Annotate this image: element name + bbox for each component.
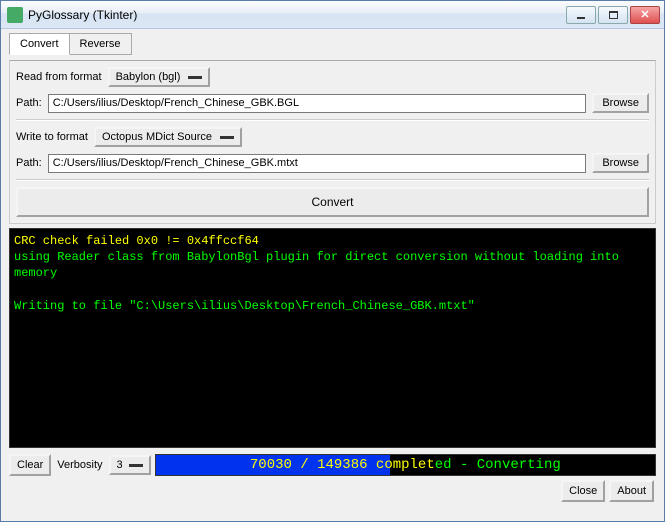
read-path-row: Path: Browse xyxy=(16,93,649,113)
write-format-label: Write to format xyxy=(16,131,88,143)
verbosity-dropdown[interactable]: 3 xyxy=(109,455,151,475)
verbosity-label: Verbosity xyxy=(55,459,104,471)
verbosity-value: 3 xyxy=(117,459,123,471)
close-window-button[interactable]: ✕ xyxy=(630,6,660,24)
read-format-row: Read from format Babylon (bgl) xyxy=(16,67,649,87)
tab-reverse[interactable]: Reverse xyxy=(69,33,132,55)
log-line-info: using Reader class from BabylonBgl plugi… xyxy=(14,250,626,280)
separator xyxy=(16,179,649,181)
progress-text-filled: 70030 / 149386 complet xyxy=(250,457,435,473)
convert-button[interactable]: Convert xyxy=(16,187,649,217)
progress-text-unfilled: ed - Converting xyxy=(435,457,561,473)
progress-text: 70030 / 149386 completed - Converting xyxy=(156,455,655,475)
write-path-row: Path: Browse xyxy=(16,153,649,173)
tab-bar: Convert Reverse xyxy=(9,33,656,55)
write-path-input[interactable] xyxy=(48,154,587,173)
app-icon xyxy=(7,7,23,23)
verbosity-group: Verbosity 3 xyxy=(55,455,150,475)
minimize-icon xyxy=(577,17,585,19)
window-title: PyGlossary (Tkinter) xyxy=(28,8,566,22)
window-controls: ✕ xyxy=(566,6,664,24)
read-format-dropdown[interactable]: Babylon (bgl) xyxy=(108,67,211,87)
read-format-value: Babylon (bgl) xyxy=(116,71,181,83)
dropdown-arrow-icon xyxy=(129,464,143,467)
read-format-label: Read from format xyxy=(16,71,102,83)
maximize-icon xyxy=(609,11,618,19)
write-format-row: Write to format Octopus MDict Source xyxy=(16,127,649,147)
write-browse-button[interactable]: Browse xyxy=(592,153,649,173)
about-button[interactable]: About xyxy=(609,480,654,502)
progress-bar: 70030 / 149386 completed - Converting xyxy=(155,454,656,476)
app-window: PyGlossary (Tkinter) ✕ Convert Reverse R… xyxy=(0,0,665,522)
read-browse-button[interactable]: Browse xyxy=(592,93,649,113)
dropdown-arrow-icon xyxy=(188,76,202,79)
write-format-value: Octopus MDict Source xyxy=(102,131,212,143)
clear-button[interactable]: Clear xyxy=(9,454,51,476)
log-terminal[interactable]: CRC check failed 0x0 != 0x4ffccf64 using… xyxy=(9,228,656,448)
minimize-button[interactable] xyxy=(566,6,596,24)
log-line-warning: CRC check failed 0x0 != 0x4ffccf64 xyxy=(14,234,259,248)
read-path-input[interactable] xyxy=(48,94,587,113)
status-row: Clear Verbosity 3 70030 / 149386 complet… xyxy=(9,454,656,476)
write-format-dropdown[interactable]: Octopus MDict Source xyxy=(94,127,242,147)
tab-convert[interactable]: Convert xyxy=(9,33,70,55)
write-path-label: Path: xyxy=(16,157,42,169)
close-button[interactable]: Close xyxy=(561,480,605,502)
footer-row: Close About xyxy=(9,480,656,502)
read-path-label: Path: xyxy=(16,97,42,109)
log-line-info: Writing to file "C:\Users\ilius\Desktop\… xyxy=(14,299,475,313)
dropdown-arrow-icon xyxy=(220,136,234,139)
titlebar: PyGlossary (Tkinter) ✕ xyxy=(1,1,664,29)
convert-panel: Read from format Babylon (bgl) Path: Bro… xyxy=(9,60,656,224)
maximize-button[interactable] xyxy=(598,6,628,24)
separator xyxy=(16,119,649,121)
close-icon: ✕ xyxy=(640,8,649,21)
content-area: Convert Reverse Read from format Babylon… xyxy=(1,29,664,521)
